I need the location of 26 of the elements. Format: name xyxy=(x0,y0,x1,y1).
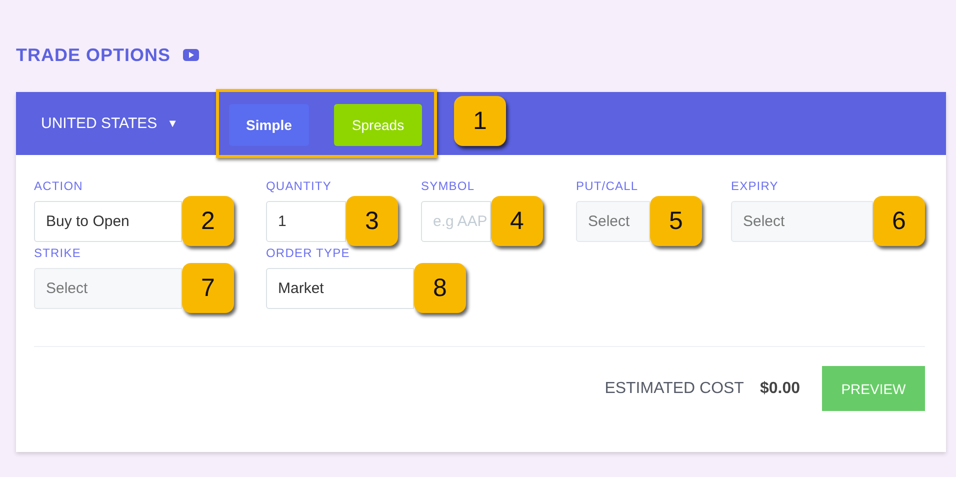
callout-badge: 4 xyxy=(491,196,543,246)
estimated-cost-value: $0.00 xyxy=(760,380,800,398)
callout-badge: 7 xyxy=(182,263,234,313)
caret-icon: ▼ xyxy=(167,118,178,130)
input-field[interactable]: e.g AAP xyxy=(421,201,491,242)
callout-badge: 3 xyxy=(346,196,398,246)
estimated-cost-label: ESTIMATED COST xyxy=(604,380,744,398)
input-field[interactable]: 1 xyxy=(266,201,346,242)
field-label: EXPIRY xyxy=(731,179,780,193)
field-label: SYMBOL xyxy=(421,179,476,193)
field-label: QUANTITY xyxy=(266,179,332,193)
callout-badge: 1 xyxy=(454,96,506,146)
callout-badge: 5 xyxy=(650,196,702,246)
tab[interactable]: Simple xyxy=(229,104,309,146)
field-label: STRIKE xyxy=(34,246,82,260)
callout-badge: 6 xyxy=(873,196,925,246)
field-label: PUT/CALL xyxy=(576,179,640,193)
callout-badge: 2 xyxy=(182,196,234,246)
page-title: TRADE OPTIONS xyxy=(16,44,171,66)
field-label: ORDER TYPE xyxy=(266,246,351,260)
callout-badge: 8 xyxy=(414,263,466,313)
input-field[interactable]: Market xyxy=(266,268,414,309)
field-label: ACTION xyxy=(34,179,84,193)
video-icon[interactable] xyxy=(182,49,199,61)
country-dropdown[interactable]: UNITED STATES ▼ xyxy=(41,115,216,132)
input-field[interactable]: Buy to Open xyxy=(34,201,182,242)
